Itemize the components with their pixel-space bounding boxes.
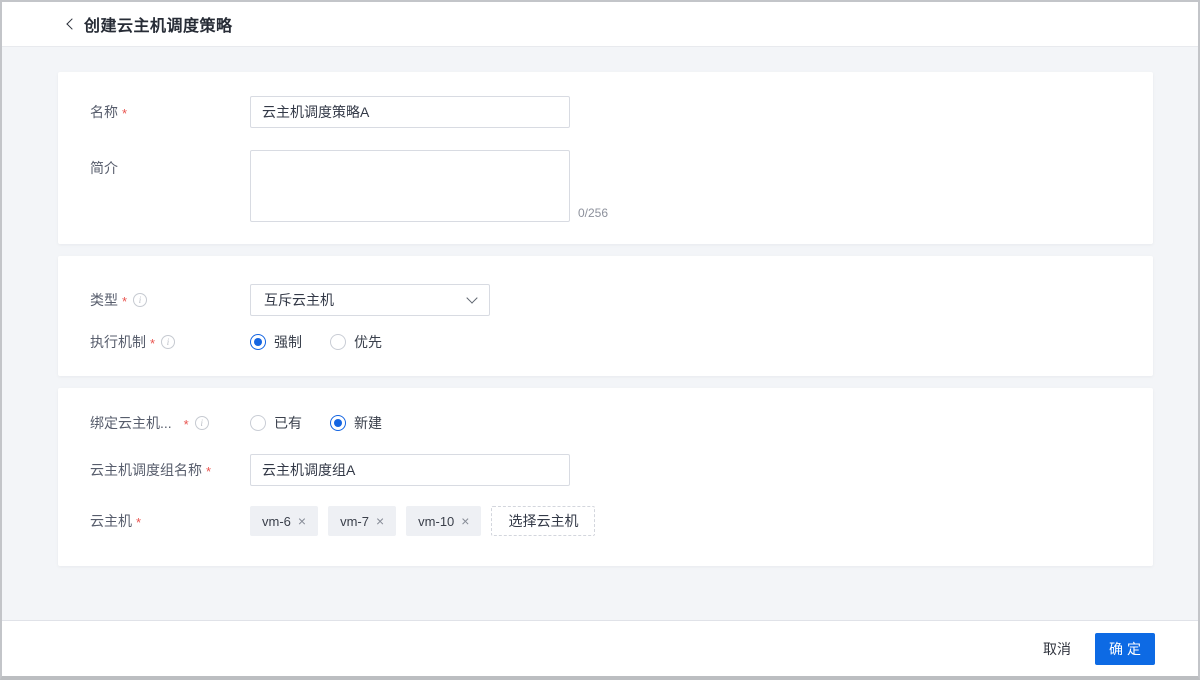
page-content: 名称 * 简介 0/256 类型 * i bbox=[2, 47, 1198, 566]
radio-existing[interactable]: 已有 bbox=[250, 413, 302, 433]
description-row: 简介 0/256 bbox=[90, 150, 1153, 222]
mechanism-radio-group: 强制 优先 bbox=[250, 332, 410, 352]
radio-mandatory[interactable]: 强制 bbox=[250, 332, 302, 352]
chevron-down-icon bbox=[466, 292, 478, 304]
radio-selected-icon bbox=[330, 415, 346, 431]
cancel-button[interactable]: 取消 bbox=[1043, 639, 1071, 659]
type-select[interactable]: 互斥云主机 bbox=[250, 284, 490, 316]
info-icon[interactable]: i bbox=[194, 416, 209, 430]
page-title: 创建云主机调度策略 bbox=[84, 18, 233, 35]
tag-remove-icon[interactable]: × bbox=[376, 514, 384, 528]
host-tag: vm-6 × bbox=[250, 506, 319, 536]
type-row: 类型 * i 互斥云主机 bbox=[90, 284, 1153, 316]
name-input[interactable] bbox=[250, 96, 570, 128]
radio-unselected-icon bbox=[330, 334, 346, 350]
create-scheduling-policy-page: 创建云主机调度策略 名称 * 简介 0/256 bbox=[0, 0, 1200, 680]
basic-info-card: 名称 * 简介 0/256 bbox=[58, 72, 1153, 244]
required-marker: * bbox=[206, 464, 212, 479]
description-field-wrap: 0/256 bbox=[250, 150, 608, 222]
confirm-button[interactable]: 确定 bbox=[1095, 632, 1155, 665]
radio-selected-icon bbox=[250, 334, 266, 350]
name-row: 名称 * bbox=[90, 96, 1153, 128]
description-textarea[interactable] bbox=[250, 150, 570, 222]
bind-mode-row: 绑定云主机... * i 已有 新建 bbox=[90, 413, 1153, 433]
info-icon[interactable]: i bbox=[161, 335, 176, 349]
group-name-label: 云主机调度组名称 * bbox=[90, 462, 212, 479]
host-tags: vm-6 × vm-7 × vm-10 × 选择云主机 bbox=[250, 506, 596, 536]
required-marker: * bbox=[122, 106, 128, 121]
required-marker: * bbox=[122, 294, 128, 309]
description-label: 简介 bbox=[90, 160, 118, 176]
host-tag: vm-10 × bbox=[406, 506, 482, 536]
type-label: 类型 * i bbox=[90, 284, 250, 316]
mechanism-row: 执行机制 * i 强制 优先 bbox=[90, 332, 1153, 352]
host-tag: vm-7 × bbox=[328, 506, 397, 536]
required-marker: * bbox=[136, 515, 142, 530]
info-icon[interactable]: i bbox=[133, 293, 148, 307]
bind-card: 绑定云主机... * i 已有 新建 云主机调度组名称 * 云主机调度组A 云主… bbox=[58, 388, 1153, 566]
char-counter: 0/256 bbox=[578, 206, 609, 220]
chevron-left-icon bbox=[65, 18, 78, 30]
group-name-row: 云主机调度组名称 * bbox=[90, 454, 1153, 486]
type-select-value: 互斥云主机 bbox=[264, 292, 334, 308]
select-hosts-button[interactable]: 选择云主机 bbox=[491, 506, 596, 536]
bind-mode-radio-group: 已有 新建 bbox=[250, 413, 410, 433]
page-header: 创建云主机调度策略 bbox=[2, 2, 1198, 47]
type-card: 类型 * i 互斥云主机 执行机制 * i 强制 优先 bbox=[58, 256, 1153, 376]
group-name-input[interactable] bbox=[250, 454, 570, 486]
radio-preferred[interactable]: 优先 bbox=[330, 332, 382, 352]
hosts-label: 云主机 * bbox=[90, 513, 142, 530]
name-label: 名称 * bbox=[90, 104, 128, 121]
mechanism-label: 执行机制 * i bbox=[90, 332, 250, 352]
bind-label: 绑定云主机... * i bbox=[90, 413, 250, 433]
radio-new[interactable]: 新建 bbox=[330, 413, 382, 433]
required-marker: * bbox=[150, 336, 156, 351]
tag-remove-icon[interactable]: × bbox=[461, 514, 469, 528]
page-footer: 取消 确定 bbox=[2, 620, 1198, 676]
back-button[interactable] bbox=[60, 14, 80, 34]
required-marker: * bbox=[183, 417, 189, 432]
hosts-row: 云主机 * vm-6 × vm-7 × vm-10 × 选择云主机 bbox=[90, 506, 1153, 536]
tag-remove-icon[interactable]: × bbox=[298, 514, 306, 528]
radio-unselected-icon bbox=[250, 415, 266, 431]
